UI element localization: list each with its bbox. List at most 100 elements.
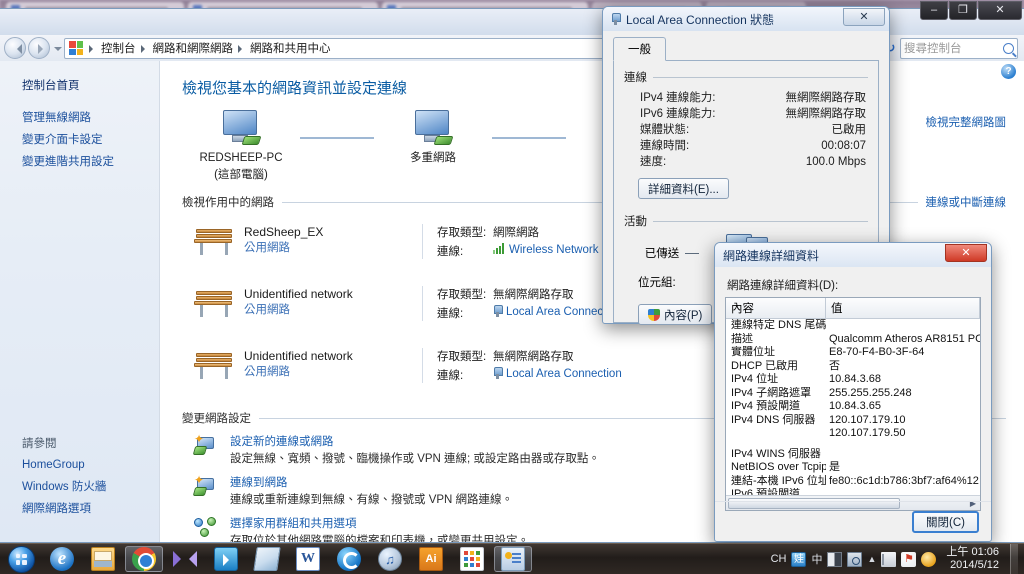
taskbar-button-internet-explorer[interactable] (43, 546, 81, 572)
taskbar-button-illustrator[interactable] (412, 546, 450, 572)
table-row[interactable]: 實體位址 E8-70-F4-B0-3F-64 (726, 346, 980, 360)
breadcrumb-item-network-internet[interactable]: 網路和網際網路 (151, 39, 236, 57)
breadcrumb-item-control-panel[interactable]: 控制台 (99, 39, 138, 57)
properties-button[interactable]: 內容(P) (638, 304, 713, 325)
network-profile[interactable]: 公用網路 (244, 364, 353, 380)
network-map-node-computer[interactable]: REDSHEEP-PC (這部電腦) (182, 110, 300, 182)
activity-group-label: 活動 (624, 216, 647, 228)
ime-mode-label[interactable]: 中 (811, 551, 822, 567)
help-icon[interactable]: ? (1001, 64, 1016, 79)
homegroup-icon (194, 517, 220, 541)
close-button[interactable]: ✕ (978, 1, 1022, 20)
action-center-flag-icon[interactable] (881, 551, 897, 567)
table-row[interactable]: 連線特定 DNS 尾碼 (726, 319, 980, 333)
taskbar-button-windows-explorer[interactable] (84, 546, 122, 572)
change-item-title[interactable]: 連線到網路 (230, 476, 513, 491)
taskbar-button-browser-blue[interactable] (330, 546, 368, 572)
table-row[interactable]: IPv4 預設閘道 10.84.3.65 (726, 400, 980, 414)
public-network-bench-icon (194, 288, 234, 320)
status-row: IPv6 連線能力: 無網際網路存取 (624, 106, 868, 122)
search-icon (1003, 42, 1014, 54)
taskbar-button-google-chrome[interactable] (125, 546, 163, 572)
ime-halfwidth-icon[interactable] (827, 551, 843, 567)
connection-link[interactable]: Local Area Connection (506, 368, 622, 380)
start-button[interactable] (2, 545, 40, 573)
ime-icon[interactable] (791, 551, 807, 567)
ime-keyboard-icon[interactable] (847, 551, 863, 567)
forward-button[interactable] (28, 37, 50, 59)
table-row[interactable]: IPv4 子網路遮罩 255.255.255.248 (726, 387, 980, 401)
activity-group-heading: 活動 (624, 213, 868, 229)
change-item-title[interactable]: 設定新的連線或網路 (230, 435, 600, 450)
change-item-title[interactable]: 選擇家用群組和共用選項 (230, 517, 529, 532)
computer-sub-label: (這部電腦) (214, 169, 268, 181)
table-row[interactable]: 連結-本機 IPv6 位址 fe80::6c1d:b786:3bf7:af64%1… (726, 475, 980, 489)
table-row[interactable]: DHCP 已啟用 否 (726, 360, 980, 374)
change-item-desc: 連線或重新連線到無線、有線、撥號或 VPN 網路連線。 (230, 494, 514, 506)
network-map-node-multiple[interactable]: 多重網路 (374, 110, 492, 165)
row-value: 是 (829, 461, 840, 473)
taskbar-button-itunes[interactable] (371, 546, 409, 572)
sidebar-item-internet-options[interactable]: 網際網路選項 (22, 502, 172, 517)
row-value: 已啟用 (831, 124, 867, 136)
dialog-titlebar[interactable]: 網路連線詳細資料 ✕ (715, 243, 991, 267)
details-button[interactable]: 詳細資料(E)... (638, 178, 729, 199)
minimize-button[interactable]: – (920, 1, 948, 20)
connections-label: 連線: (437, 246, 464, 258)
show-hidden-icons-arrow[interactable]: ▲ (867, 554, 876, 564)
chevron-right-icon (88, 42, 97, 54)
table-row[interactable]: IPv4 DNS 伺服器 120.107.179.10 (726, 414, 980, 428)
clock[interactable]: 上午 01:06 2014/5/12 (941, 546, 1001, 572)
table-row[interactable]: NetBIOS over Tcpip 已...是 (726, 461, 980, 475)
sidebar-item-windows-firewall[interactable]: Windows 防火牆 (22, 480, 172, 495)
search-input[interactable]: 搜尋控制台 (900, 37, 1018, 59)
row-key: 描述 (731, 332, 753, 345)
input-language-label[interactable]: CH (771, 553, 787, 565)
table-row[interactable]: IPv4 WINS 伺服器 (726, 448, 980, 462)
change-item-desc: 設定無線、寬頻、撥號、臨機操作或 VPN 連線; 或設定路由器或存取點。 (230, 453, 600, 465)
sidebar-item-control-panel-home[interactable]: 控制台首頁 (22, 77, 159, 93)
details-table[interactable]: 內容 值 連線特定 DNS 尾碼 描述 Qualcomm Atheros AR81… (725, 297, 981, 511)
taskbar-button-media-player-classic[interactable] (166, 546, 204, 572)
taskbar-button-windows-media-player[interactable] (207, 546, 245, 572)
maximize-button[interactable]: ❐ (949, 1, 977, 20)
table-row[interactable]: IPv4 位址 10.84.3.68 (726, 373, 980, 387)
table-row-spacer (726, 441, 980, 448)
lan-adapter-icon (611, 13, 621, 25)
antivirus-shield-icon[interactable] (901, 551, 917, 567)
tab-general[interactable]: 一般 (613, 37, 666, 61)
recent-pages-dropdown-icon[interactable] (52, 38, 64, 58)
itunes-icon (378, 547, 402, 571)
back-button[interactable] (4, 37, 26, 59)
status-row: 連線時間: 00:08:07 (624, 138, 868, 154)
sidebar-item-change-advanced-sharing[interactable]: 變更進階共用設定 (22, 155, 159, 170)
connect-disconnect-link[interactable]: 連線或中斷連線 (926, 194, 1007, 210)
sidebar: 控制台首頁 管理無線網路 變更介面卡設定 變更進階共用設定 請參閱 HomeGr… (0, 61, 160, 542)
network-profile[interactable]: 公用網路 (244, 302, 353, 318)
close-button[interactable]: 關閉(C) (912, 510, 979, 533)
taskbar-button-app-grid[interactable] (453, 546, 491, 572)
close-icon[interactable]: ✕ (945, 244, 987, 262)
network-profile[interactable]: 公用網路 (244, 240, 323, 256)
taskbar-button-network-sharing-center[interactable] (494, 546, 532, 572)
windows-logo-icon (7, 545, 35, 573)
table-row[interactable]: 描述 Qualcomm Atheros AR8151 PCI-E Gigab (726, 333, 980, 347)
row-label: IPv6 連線能力: (640, 108, 716, 120)
map-link-line (492, 137, 566, 139)
row-value: Qualcomm Atheros AR8151 PCI-E Gigab (829, 332, 980, 345)
sidebar-item-homegroup[interactable]: HomeGroup (22, 458, 172, 473)
sidebar-item-manage-wireless[interactable]: 管理無線網路 (22, 111, 159, 126)
dialog-titlebar[interactable]: Local Area Connection 狀態 ✕ (603, 7, 889, 31)
close-icon[interactable]: ✕ (843, 8, 885, 26)
breadcrumb-item-network-sharing-center[interactable]: 網路和共用中心 (248, 39, 333, 57)
view-full-map-link[interactable]: 檢視完整網路圖 (926, 114, 1007, 130)
taskbar: CH 中 ▲ 上午 01:06 2014/5/12 (0, 543, 1024, 574)
sidebar-item-change-adapter[interactable]: 變更介面卡設定 (22, 133, 159, 148)
computer-icon (219, 110, 263, 148)
taskbar-button-onenote[interactable] (248, 546, 286, 572)
table-row[interactable]: 120.107.179.50 (726, 427, 980, 441)
show-desktop-button[interactable] (1010, 544, 1018, 574)
taskbar-button-microsoft-word[interactable] (289, 546, 327, 572)
brightness-sun-icon[interactable] (921, 551, 937, 567)
column-header-property: 內容 (726, 298, 826, 318)
